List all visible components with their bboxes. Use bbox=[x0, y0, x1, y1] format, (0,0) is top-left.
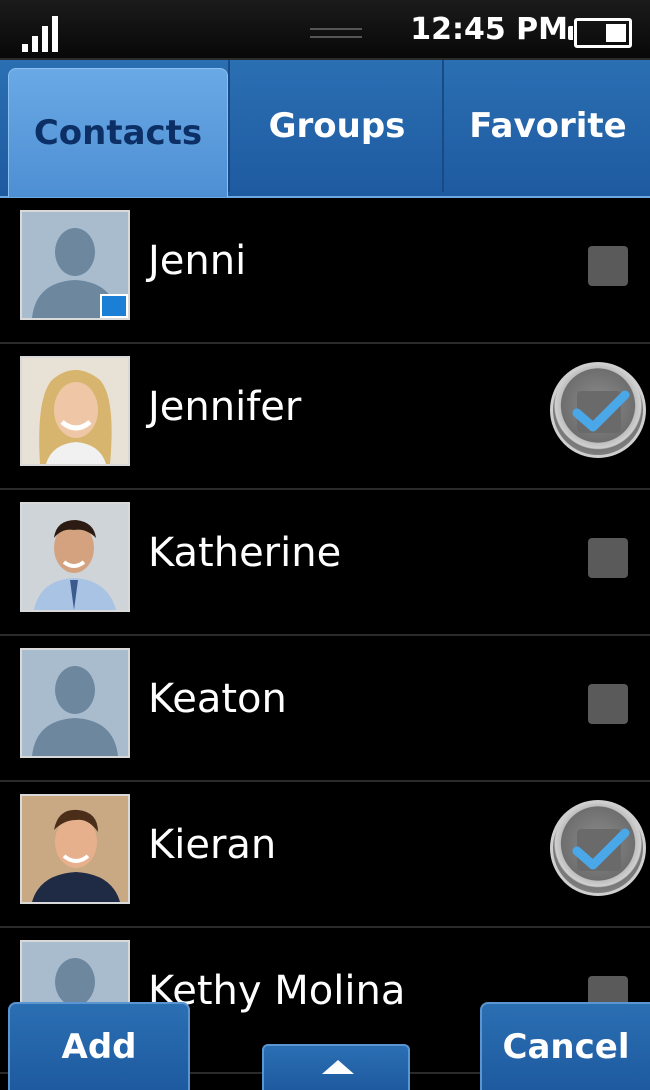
tab-contacts[interactable]: Contacts bbox=[8, 68, 228, 197]
battery-icon bbox=[568, 18, 632, 48]
avatar bbox=[20, 794, 130, 904]
contact-name: Keaton bbox=[148, 676, 287, 722]
status-bar: 12:45 PM bbox=[0, 0, 650, 60]
scroll-up-button[interactable] bbox=[262, 1044, 410, 1090]
sim-card-icon bbox=[100, 294, 128, 318]
add-button[interactable]: Add bbox=[8, 1002, 190, 1090]
contact-name: Katherine bbox=[148, 530, 342, 576]
select-checkbox[interactable] bbox=[588, 246, 628, 286]
tab-favorite[interactable]: Favorite bbox=[442, 60, 650, 192]
contact-row[interactable]: Jenni bbox=[0, 198, 650, 344]
contact-row[interactable]: Kieran bbox=[0, 782, 650, 928]
contacts-picker-screen: 12:45 PM Contacts Groups Favorite Jenni bbox=[0, 0, 650, 1090]
avatar bbox=[20, 210, 130, 320]
contact-row[interactable]: Katherine bbox=[0, 490, 650, 636]
select-checkbox-checked[interactable] bbox=[550, 800, 646, 896]
tab-bar: Contacts Groups Favorite bbox=[0, 60, 650, 198]
avatar bbox=[20, 356, 130, 466]
checkmark-icon bbox=[572, 828, 630, 871]
status-time: 12:45 PM bbox=[410, 12, 568, 47]
contact-name: Jennifer bbox=[148, 384, 302, 430]
signal-icon bbox=[22, 16, 70, 52]
drag-handle-icon[interactable] bbox=[310, 28, 362, 38]
avatar bbox=[20, 502, 130, 612]
avatar bbox=[20, 648, 130, 758]
chevron-up-icon bbox=[322, 1060, 354, 1074]
tab-groups[interactable]: Groups bbox=[228, 60, 444, 192]
cancel-button[interactable]: Cancel bbox=[480, 1002, 650, 1090]
contact-row[interactable]: Keaton bbox=[0, 636, 650, 782]
contact-list: Jenni Jennifer Katherine Keaton Kieran K… bbox=[0, 198, 650, 1074]
select-checkbox[interactable] bbox=[588, 684, 628, 724]
checkmark-icon bbox=[572, 390, 630, 433]
contact-name: Kieran bbox=[148, 822, 277, 868]
contact-name: Jenni bbox=[148, 238, 247, 284]
contact-row[interactable]: Jennifer bbox=[0, 344, 650, 490]
select-checkbox[interactable] bbox=[588, 538, 628, 578]
select-checkbox-checked[interactable] bbox=[550, 362, 646, 458]
